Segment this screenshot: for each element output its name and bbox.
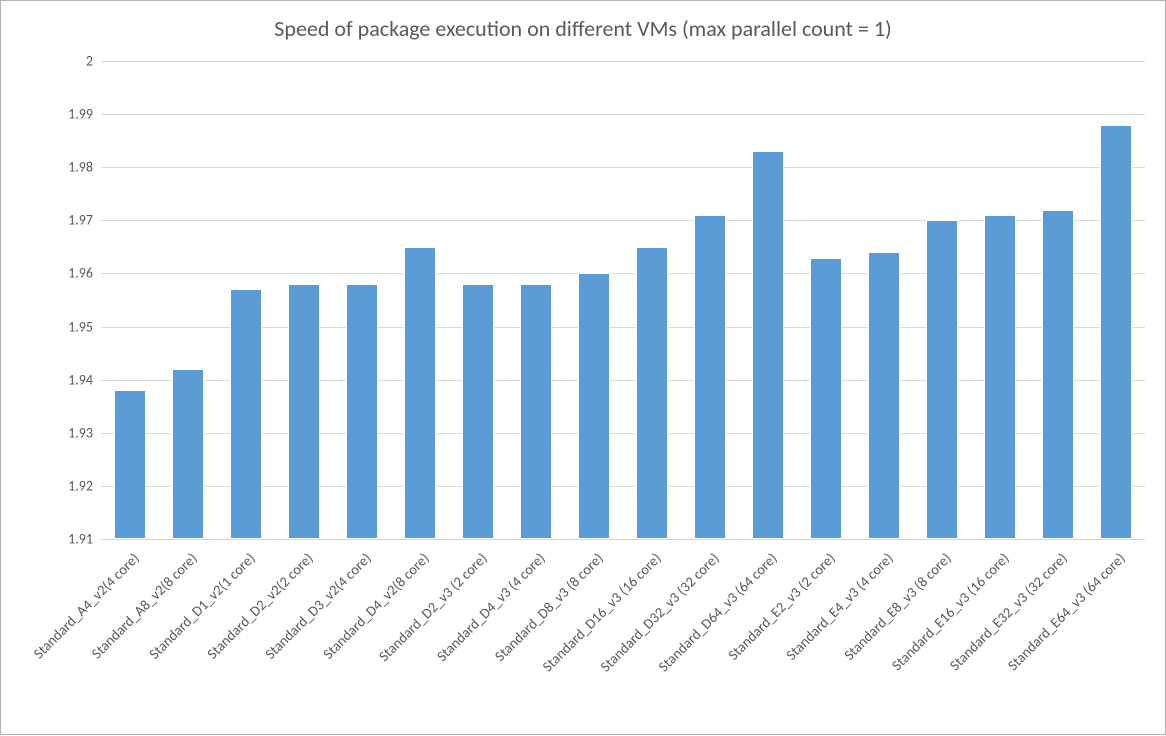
- bar-slot: [913, 61, 971, 539]
- bar: [520, 284, 552, 539]
- bar: [694, 215, 726, 539]
- bar-slot: [797, 61, 855, 539]
- y-tick-label: 1.95: [33, 318, 93, 335]
- bar: [462, 284, 494, 539]
- bar-slot: [971, 61, 1029, 539]
- bar-slot: [1087, 61, 1145, 539]
- bar-slot: [565, 61, 623, 539]
- bar-slot: [507, 61, 565, 539]
- bar-slot: [391, 61, 449, 539]
- bar: [404, 247, 436, 539]
- plot-area: [101, 61, 1145, 539]
- bar: [868, 252, 900, 539]
- y-tick-label: 1.92: [33, 477, 93, 494]
- bar-slot: [217, 61, 275, 539]
- bar: [1100, 125, 1132, 539]
- bar: [810, 258, 842, 539]
- y-tick-label: 2: [33, 53, 93, 70]
- y-tick-label: 1.94: [33, 371, 93, 388]
- bar: [230, 289, 262, 539]
- y-tick-label: 1.97: [33, 212, 93, 229]
- bar-slot: [681, 61, 739, 539]
- y-tick-label: 1.99: [33, 106, 93, 123]
- bar-slot: [855, 61, 913, 539]
- y-tick-label: 1.98: [33, 159, 93, 176]
- bar: [752, 151, 784, 539]
- bar-slot: [275, 61, 333, 539]
- bar: [114, 390, 146, 539]
- bar-slot: [449, 61, 507, 539]
- y-tick-label: 1.96: [33, 265, 93, 282]
- bar: [926, 220, 958, 539]
- x-tick-label: Standard_A4_v2(4 core): [29, 549, 142, 662]
- chart-title: Speed of package execution on different …: [1, 15, 1165, 42]
- y-tick-label: 1.91: [33, 531, 93, 548]
- chart-container: Speed of package execution on different …: [0, 0, 1166, 735]
- grid-line: [101, 539, 1145, 540]
- bar-slot: [101, 61, 159, 539]
- bar: [288, 284, 320, 539]
- bar-slot: [159, 61, 217, 539]
- bars-group: [101, 61, 1145, 539]
- bar: [636, 247, 668, 539]
- y-tick-label: 1.93: [33, 424, 93, 441]
- bar: [346, 284, 378, 539]
- bar-slot: [739, 61, 797, 539]
- x-axis-labels: Standard_A4_v2(4 core)Standard_A8_v2(8 c…: [101, 541, 1145, 736]
- x-label-slot: Standard_E64_v3 (64 core): [1087, 541, 1145, 736]
- bar: [984, 215, 1016, 539]
- bar-slot: [623, 61, 681, 539]
- bar-slot: [1029, 61, 1087, 539]
- bar: [1042, 210, 1074, 539]
- bar-slot: [333, 61, 391, 539]
- bar: [578, 273, 610, 539]
- bar: [172, 369, 204, 539]
